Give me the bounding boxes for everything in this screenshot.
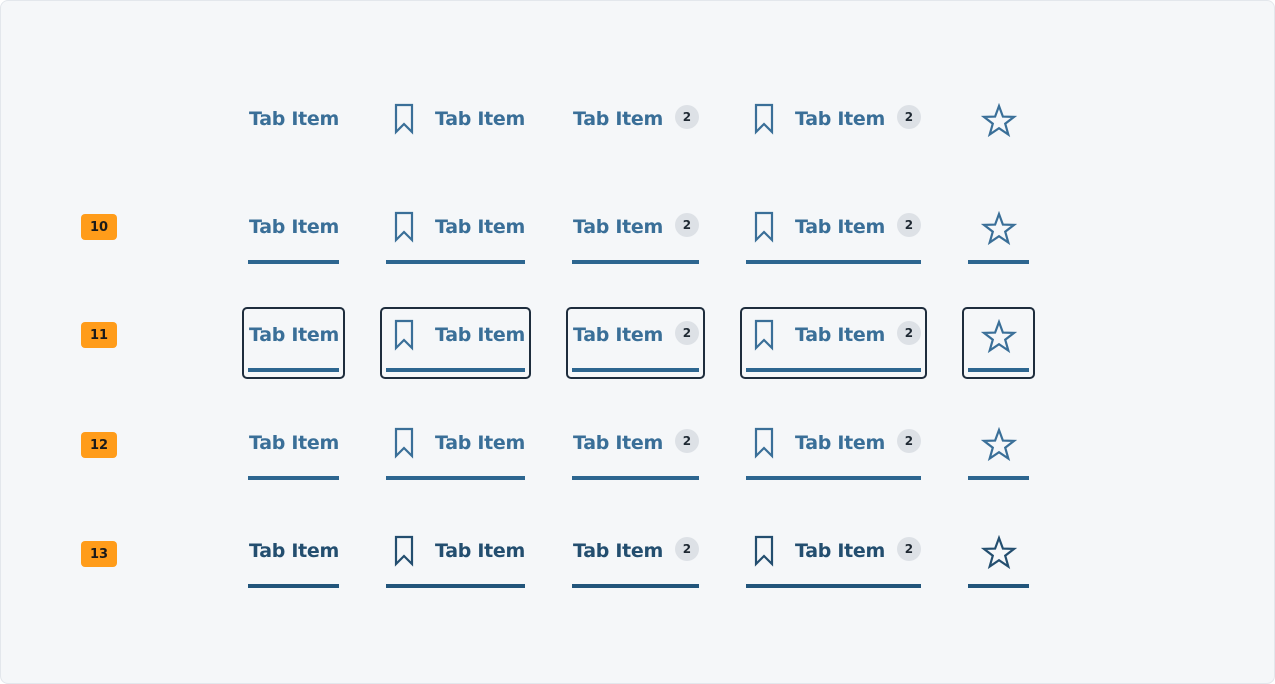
state-badge: 12 (81, 432, 117, 458)
star-icon (981, 103, 1017, 139)
tab-label: Tab Item (573, 216, 663, 238)
tab-underline (386, 368, 525, 372)
tab-icon-only[interactable] (981, 533, 1017, 573)
tab-label: Tab Item (573, 108, 663, 130)
counter-badge: 2 (674, 537, 699, 561)
bookmark-icon (753, 103, 775, 135)
tab-label: Tab Item (435, 108, 525, 130)
tab-icon-text-counter[interactable]: Tab Item 2 (753, 531, 921, 571)
tab-icon-text[interactable]: Tab Item (393, 531, 525, 571)
tab-underline (386, 584, 525, 588)
tab-label: Tab Item (435, 216, 525, 238)
counter-badge: 2 (896, 537, 921, 561)
tab-underline (968, 368, 1029, 372)
tab-underline (968, 476, 1029, 480)
tab-label: Tab Item (795, 432, 885, 454)
counter-badge: 2 (896, 105, 921, 129)
counter-badge: 2 (674, 429, 699, 453)
tab-underline (968, 260, 1029, 264)
star-icon (981, 211, 1017, 247)
state-badge: 10 (81, 214, 117, 240)
tab-text-counter[interactable]: Tab Item 2 (573, 99, 699, 139)
counter-badge: 2 (896, 429, 921, 453)
tab-underline (248, 584, 339, 588)
tab-text[interactable]: Tab Item (249, 531, 339, 571)
tab-underline (572, 368, 699, 372)
tab-text[interactable]: Tab Item (249, 423, 339, 463)
tab-text-counter[interactable]: Tab Item 2 (573, 531, 699, 571)
tab-underline (248, 476, 339, 480)
tab-label: Tab Item (573, 324, 663, 346)
tab-icon-only[interactable] (981, 101, 1017, 141)
tab-text[interactable]: Tab Item (249, 207, 339, 247)
tab-label: Tab Item (435, 324, 525, 346)
star-icon (981, 535, 1017, 571)
tab-underline (386, 260, 525, 264)
star-icon (981, 319, 1017, 355)
tab-text[interactable]: Tab Item (249, 99, 339, 139)
tab-icon-only[interactable] (981, 209, 1017, 249)
tab-icon-text-counter[interactable]: Tab Item 2 (753, 315, 921, 355)
tab-icon-text-counter[interactable]: Tab Item 2 (753, 423, 921, 463)
tab-label: Tab Item (795, 108, 885, 130)
tab-icon-text[interactable]: Tab Item (393, 315, 525, 355)
counter-badge: 2 (896, 321, 921, 345)
tab-label: Tab Item (795, 216, 885, 238)
tab-label: Tab Item (435, 432, 525, 454)
tab-icon-text[interactable]: Tab Item (393, 99, 525, 139)
tab-icon-text[interactable]: Tab Item (393, 207, 525, 247)
tab-icon-text-counter[interactable]: Tab Item 2 (753, 207, 921, 247)
tab-underline (746, 260, 921, 264)
tab-text-counter[interactable]: Tab Item 2 (573, 423, 699, 463)
tab-label: Tab Item (249, 216, 339, 238)
tab-label: Tab Item (795, 540, 885, 562)
tab-text[interactable]: Tab Item (249, 315, 339, 355)
tab-underline (746, 476, 921, 480)
tab-underline (572, 260, 699, 264)
tab-label: Tab Item (249, 540, 339, 562)
bookmark-icon (753, 319, 775, 351)
bookmark-icon (393, 103, 415, 135)
tab-underline (746, 368, 921, 372)
tab-text-counter[interactable]: Tab Item 2 (573, 207, 699, 247)
bookmark-icon (753, 535, 775, 567)
state-badge: 13 (81, 541, 117, 567)
bookmark-icon (393, 427, 415, 459)
bookmark-icon (393, 319, 415, 351)
counter-badge: 2 (674, 105, 699, 129)
tab-label: Tab Item (249, 324, 339, 346)
tab-underline (248, 260, 339, 264)
tab-icon-text-counter[interactable]: Tab Item 2 (753, 99, 921, 139)
tab-icon-text[interactable]: Tab Item (393, 423, 525, 463)
counter-badge: 2 (674, 321, 699, 345)
counter-badge: 2 (896, 213, 921, 237)
tab-underline (968, 584, 1029, 588)
tab-label: Tab Item (795, 324, 885, 346)
tab-underline (248, 368, 339, 372)
tab-label: Tab Item (573, 540, 663, 562)
state-badge: 11 (81, 322, 117, 348)
bookmark-icon (753, 427, 775, 459)
tab-icon-only[interactable] (981, 425, 1017, 465)
counter-badge: 2 (674, 213, 699, 237)
tab-text-counter[interactable]: Tab Item 2 (573, 315, 699, 355)
tab-label: Tab Item (573, 432, 663, 454)
tab-underline (572, 584, 699, 588)
tab-underline (572, 476, 699, 480)
tab-label: Tab Item (249, 108, 339, 130)
tab-underline (386, 476, 525, 480)
bookmark-icon (753, 211, 775, 243)
bookmark-icon (393, 211, 415, 243)
tab-underline (746, 584, 921, 588)
tab-label: Tab Item (435, 540, 525, 562)
canvas: Tab Item Tab Item Tab Item 2 Tab Item 2 … (0, 0, 1275, 684)
bookmark-icon (393, 535, 415, 567)
star-icon (981, 427, 1017, 463)
tab-icon-only[interactable] (981, 317, 1017, 357)
tab-label: Tab Item (249, 432, 339, 454)
